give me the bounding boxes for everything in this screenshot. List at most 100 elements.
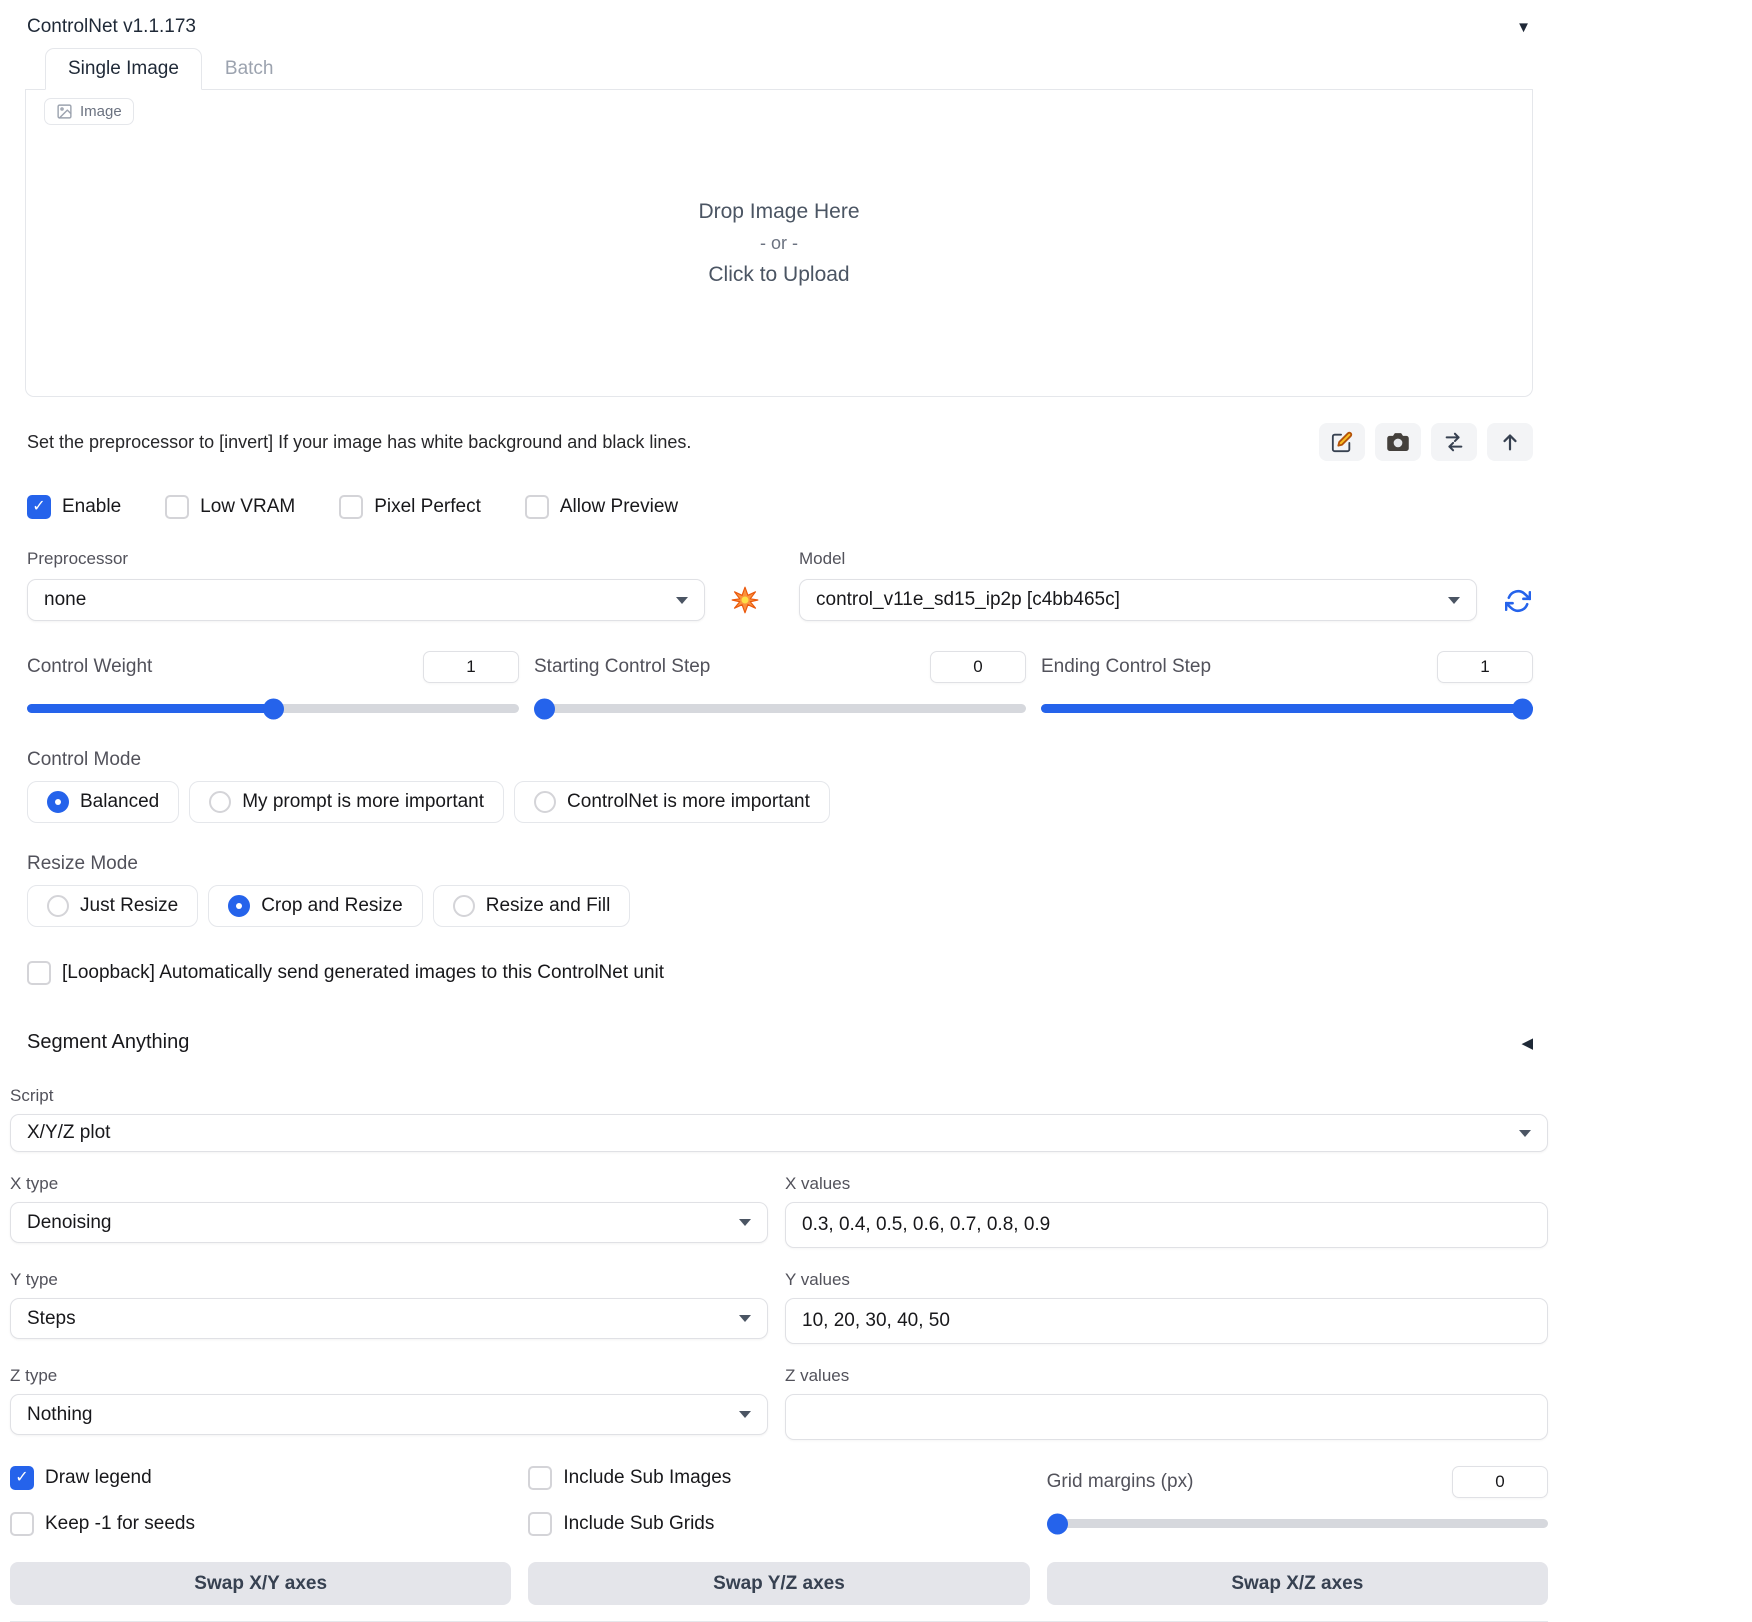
x-values-input[interactable] bbox=[785, 1202, 1548, 1248]
webcam-button[interactable] bbox=[1375, 423, 1421, 461]
draw-legend-label: Draw legend bbox=[45, 1467, 152, 1488]
controlnet-app: ControlNet v1.1.173 ▼ Single Image Batch… bbox=[10, 0, 1548, 1622]
x-values-label: X values bbox=[785, 1174, 851, 1193]
x-type-dropdown[interactable]: Denoising bbox=[10, 1202, 768, 1243]
tab-single-image-label: Single Image bbox=[68, 58, 179, 79]
z-type-dropdown[interactable]: Nothing bbox=[10, 1394, 768, 1435]
include-sub-images-label: Include Sub Images bbox=[563, 1467, 732, 1488]
slider-thumb[interactable] bbox=[1046, 1513, 1068, 1534]
refresh-icon bbox=[1505, 589, 1531, 613]
send-dimensions-icon bbox=[1503, 434, 1517, 451]
y-axis-row: Y type Steps Y values bbox=[10, 1270, 1548, 1344]
z-type-label: Z type bbox=[10, 1366, 58, 1385]
checkmark-icon: ✓ bbox=[32, 498, 46, 515]
z-type-value: Nothing bbox=[27, 1403, 93, 1425]
preprocessor-block: Preprocessor none bbox=[27, 549, 705, 621]
input-mode-tabs: Single Image Batch bbox=[25, 48, 1533, 90]
starting-step-slider[interactable] bbox=[534, 698, 1026, 719]
model-dropdown[interactable]: control_v11e_sd15_ip2p [c4bb465c] bbox=[799, 579, 1477, 621]
include-sub-images-checkbox[interactable]: ✓ Include Sub Images bbox=[528, 1466, 1029, 1490]
single-image-tab-panel: Image Drop Image Here - or - Click to Up… bbox=[25, 90, 1533, 397]
accordion-collapsed-icon[interactable]: ◀ bbox=[1521, 1034, 1533, 1052]
keep-seeds-checkbox[interactable]: ✓ Keep -1 for seeds bbox=[10, 1512, 511, 1536]
radio-circle bbox=[534, 791, 557, 813]
y-type-dropdown[interactable]: Steps bbox=[10, 1298, 768, 1339]
y-values-input[interactable] bbox=[785, 1298, 1548, 1344]
refresh-models-button[interactable] bbox=[1505, 588, 1531, 614]
drop-image-here-text: Drop Image Here bbox=[698, 199, 860, 223]
grid-margins-block: Grid margins (px) bbox=[1046, 1466, 1548, 1558]
enable-checkbox[interactable]: ✓ Enable bbox=[27, 495, 121, 519]
allow-preview-checkbox[interactable]: ✓ Allow Preview bbox=[524, 495, 678, 519]
starting-step-label: Starting Control Step bbox=[534, 656, 711, 677]
control-mode-balanced[interactable]: Balanced bbox=[27, 781, 180, 823]
grid-margins-slider[interactable] bbox=[1046, 1513, 1548, 1534]
swap-xz-button[interactable]: Swap X/Z axes bbox=[1046, 1562, 1548, 1605]
unit-options-row: ✓ Enable ✓ Low VRAM ✓ Pixel Perfect ✓ Al… bbox=[27, 495, 1533, 519]
loopback-checkbox[interactable]: ✓ [Loopback] Automatically send generate… bbox=[27, 961, 1533, 985]
note-row: Set the preprocessor to [invert] If your… bbox=[27, 423, 1533, 461]
swap-yz-button[interactable]: Swap Y/Z axes bbox=[528, 1562, 1030, 1605]
collapse-panel-icon[interactable]: ▼ bbox=[1516, 19, 1531, 36]
script-dropdown[interactable]: X/Y/Z plot bbox=[10, 1114, 1548, 1152]
checkbox-box: ✓ bbox=[528, 1512, 553, 1536]
preprocessor-dropdown[interactable]: none bbox=[27, 579, 705, 621]
tab-single-image[interactable]: Single Image bbox=[45, 48, 202, 90]
control-mode-controlnet-important[interactable]: ControlNet is more important bbox=[514, 781, 830, 823]
preprocessor-hint-text: Set the preprocessor to [invert] If your… bbox=[27, 431, 692, 452]
slider-thumb[interactable] bbox=[1512, 698, 1533, 719]
resize-mode-resize-and-fill[interactable]: Resize and Fill bbox=[432, 885, 631, 927]
ending-step-slider[interactable] bbox=[1041, 698, 1533, 719]
draw-legend-checkbox[interactable]: ✓ Draw legend bbox=[10, 1466, 511, 1490]
controlnet-accordion-header: ControlNet v1.1.173 ▼ bbox=[27, 16, 1531, 38]
starting-step-input[interactable] bbox=[930, 651, 1026, 683]
grid-margins-input[interactable] bbox=[1451, 1466, 1548, 1498]
low-vram-label: Low VRAM bbox=[200, 496, 296, 517]
radio-circle bbox=[47, 791, 69, 813]
segment-anything-accordion[interactable]: Segment Anything ◀ bbox=[27, 1031, 1533, 1054]
control-mode-label: Control Mode bbox=[27, 749, 142, 770]
edit-canvas-icon bbox=[1331, 431, 1353, 453]
xyz-options-row: ✓ Draw legend ✓ Keep -1 for seeds ✓ Incl… bbox=[10, 1466, 1548, 1558]
low-vram-checkbox[interactable]: ✓ Low VRAM bbox=[165, 495, 295, 519]
resize-mode-label: Resize Mode bbox=[27, 853, 138, 874]
slider-thumb[interactable] bbox=[262, 698, 284, 719]
x-type-value: Denoising bbox=[27, 1211, 112, 1233]
swap-xy-button[interactable]: Swap X/Y axes bbox=[10, 1562, 512, 1605]
checkbox-box: ✓ bbox=[27, 495, 51, 519]
control-weight-input[interactable] bbox=[423, 651, 519, 683]
radio-circle bbox=[228, 895, 251, 917]
include-sub-grids-checkbox[interactable]: ✓ Include Sub Grids bbox=[528, 1512, 1029, 1536]
run-preprocessor-button[interactable] bbox=[731, 586, 759, 614]
x-axis-row: X type Denoising X values bbox=[10, 1174, 1548, 1248]
include-sub-grids-label: Include Sub Grids bbox=[563, 1513, 715, 1534]
open-new-canvas-button[interactable] bbox=[1319, 423, 1365, 461]
mirror-webcam-button[interactable] bbox=[1431, 423, 1477, 461]
control-weight-slider[interactable] bbox=[27, 698, 519, 719]
checkmark-icon: ✓ bbox=[15, 1469, 29, 1486]
mirror-webcam-icon bbox=[1445, 432, 1463, 452]
resize-mode-crop-and-resize[interactable]: Crop and Resize bbox=[208, 885, 423, 927]
tab-batch[interactable]: Batch bbox=[202, 48, 297, 90]
or-text: - or - bbox=[760, 232, 798, 253]
model-label: Model bbox=[799, 549, 846, 568]
script-section: Script X/Y/Z plot X type Denoising X val… bbox=[10, 1086, 1548, 1622]
checkbox-box: ✓ bbox=[524, 495, 549, 519]
image-upload-dropzone[interactable]: Image Drop Image Here - or - Click to Up… bbox=[26, 90, 1532, 396]
checkbox-box: ✓ bbox=[10, 1466, 34, 1490]
page-title: ControlNet v1.1.173 bbox=[27, 16, 196, 37]
ending-step-input[interactable] bbox=[1437, 651, 1533, 683]
grid-margins-label: Grid margins (px) bbox=[1046, 1471, 1194, 1492]
chevron-down-icon bbox=[739, 1315, 751, 1322]
control-sliders-row: Control Weight Starting Control Step End… bbox=[27, 651, 1533, 719]
segment-anything-title: Segment Anything bbox=[27, 1031, 190, 1053]
z-values-input[interactable] bbox=[785, 1394, 1548, 1440]
send-dimensions-button[interactable] bbox=[1487, 423, 1533, 461]
slider-thumb[interactable] bbox=[534, 698, 555, 719]
pixel-perfect-checkbox[interactable]: ✓ Pixel Perfect bbox=[339, 495, 481, 519]
xyz-options-col-1: ✓ Draw legend ✓ Keep -1 for seeds bbox=[10, 1466, 511, 1558]
radio-circle bbox=[47, 895, 69, 917]
control-mode-prompt-important[interactable]: My prompt is more important bbox=[189, 781, 505, 823]
preprocessor-label: Preprocessor bbox=[27, 549, 129, 568]
resize-mode-just-resize[interactable]: Just Resize bbox=[27, 885, 199, 927]
